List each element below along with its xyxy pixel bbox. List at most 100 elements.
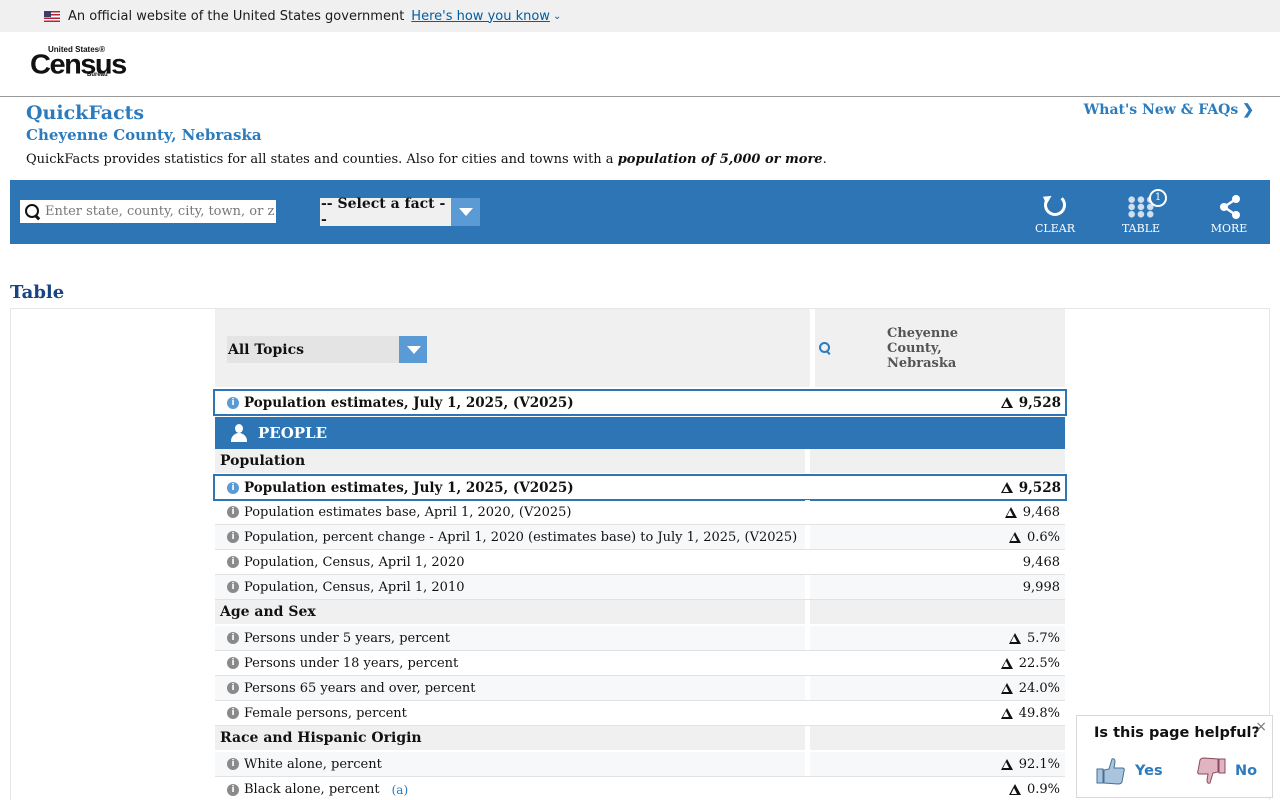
table-row[interactable]: i Female persons, percent 49.8%: [215, 701, 1065, 726]
chevron-right-icon: ❯: [1242, 102, 1254, 118]
table-row[interactable]: i Persons 65 years and over, percent 24.0…: [215, 676, 1065, 701]
feedback-no-button[interactable]: No: [1196, 756, 1257, 786]
chevron-down-icon[interactable]: ⌄: [553, 11, 561, 22]
row-label: Population estimates, July 1, 2025, (V20…: [244, 479, 574, 496]
dropdown-arrow-icon[interactable]: [399, 336, 427, 363]
clear-label: CLEAR: [1035, 222, 1075, 235]
fact-select[interactable]: -- Select a fact --: [320, 196, 480, 228]
topics-select[interactable]: All Topics: [227, 336, 427, 363]
info-icon[interactable]: i: [227, 556, 239, 568]
site-header: United States® Census Bureau: [0, 32, 1280, 97]
table-row[interactable]: i Persons under 5 years, percent 5.7%: [215, 626, 1065, 651]
more-button[interactable]: MORE: [1199, 192, 1259, 235]
table-heading: Table: [10, 282, 65, 303]
warning-icon[interactable]: [1000, 707, 1013, 719]
section-people: PEOPLE: [215, 417, 1065, 449]
description-text: QuickFacts provides statistics for all s…: [26, 152, 618, 167]
table-row[interactable]: i Persons under 18 years, percent 22.5%: [215, 651, 1065, 676]
table-row[interactable]: i Population estimates base, April 1, 202…: [215, 500, 1065, 525]
feedback-yes-label: Yes: [1135, 763, 1163, 779]
table-row-highlight[interactable]: i Population estimates, July 1, 2025, (V2…: [213, 389, 1067, 416]
table-row[interactable]: i Black alone, percent (a) 0.9%: [215, 777, 1065, 800]
info-icon[interactable]: i: [227, 506, 239, 518]
refresh-icon: [1044, 194, 1066, 216]
more-label: MORE: [1210, 222, 1248, 235]
info-icon[interactable]: i: [227, 581, 239, 593]
group-label: Population: [215, 449, 810, 473]
row-label: Persons under 5 years, percent: [244, 630, 450, 646]
toolbar: -- Select a fact -- CLEAR 1 TABLE MORE: [10, 180, 1270, 244]
table-count-badge: 1: [1149, 189, 1167, 207]
group-race: Race and Hispanic Origin: [215, 726, 1065, 750]
info-icon[interactable]: i: [227, 481, 239, 494]
row-label: Population estimates base, April 1, 2020…: [244, 504, 572, 520]
info-icon[interactable]: i: [227, 707, 239, 719]
group-population: Population: [215, 449, 1065, 473]
warning-icon[interactable]: [1000, 758, 1013, 770]
feedback-no-label: No: [1235, 763, 1258, 779]
info-icon[interactable]: i: [227, 632, 239, 644]
row-value: 92.1%: [1018, 756, 1060, 772]
info-icon[interactable]: i: [227, 682, 239, 694]
dropdown-arrow-icon[interactable]: [451, 198, 480, 226]
page-description: QuickFacts provides statistics for all s…: [26, 152, 827, 167]
row-value: 0.6%: [1026, 529, 1060, 545]
footnote-link[interactable]: (a): [392, 783, 409, 797]
location-search[interactable]: [20, 200, 276, 223]
table-row[interactable]: i Population, Census, April 1, 2010 9,998: [215, 575, 1065, 600]
row-label: Persons 65 years and over, percent: [244, 680, 476, 696]
row-value: 22.5%: [1018, 655, 1060, 671]
topics-select-value: All Topics: [228, 341, 305, 358]
info-icon[interactable]: i: [227, 783, 239, 796]
info-icon[interactable]: i: [227, 758, 239, 770]
row-label: Black alone, percent: [244, 782, 380, 797]
row-label: White alone, percent: [244, 756, 382, 772]
table-row[interactable]: i White alone, percent 92.1%: [215, 752, 1065, 777]
group-age-sex: Age and Sex: [215, 600, 1065, 624]
us-flag-icon: [44, 10, 60, 22]
warning-icon[interactable]: [1008, 531, 1021, 543]
row-label: Population, percent change - April 1, 20…: [244, 529, 798, 545]
page-subtitle: Cheyenne County, Nebraska: [26, 126, 262, 144]
search-icon: [20, 200, 44, 223]
row-label: Female persons, percent: [244, 705, 407, 721]
description-suffix: .: [822, 152, 827, 167]
warning-icon[interactable]: [1000, 482, 1013, 493]
gov-banner-text: An official website of the United States…: [68, 8, 405, 24]
warning-icon[interactable]: [1008, 784, 1021, 795]
info-icon[interactable]: i: [227, 657, 239, 669]
person-icon: [229, 423, 249, 443]
row-value: 9,468: [1022, 554, 1060, 570]
info-icon[interactable]: i: [227, 396, 239, 409]
thumbs-down-icon: [1197, 757, 1226, 784]
warning-icon[interactable]: [1000, 682, 1013, 694]
row-value: 0.9%: [1026, 782, 1060, 797]
thumbs-up-icon: [1096, 758, 1125, 785]
table-row-highlight[interactable]: i Population estimates, July 1, 2025, (V2…: [213, 474, 1067, 501]
column-search-icon[interactable]: [818, 341, 832, 355]
close-icon[interactable]: ×: [1255, 719, 1267, 735]
info-icon[interactable]: i: [227, 531, 239, 543]
row-value: 49.8%: [1018, 705, 1060, 721]
warning-icon[interactable]: [1000, 657, 1013, 669]
table-row[interactable]: i Population, Census, April 1, 2020 9,468: [215, 550, 1065, 575]
warning-icon[interactable]: [1000, 397, 1013, 408]
feedback-yes-button[interactable]: Yes: [1096, 756, 1163, 786]
row-value: 9,528: [1018, 394, 1061, 411]
column-location-name[interactable]: Cheyenne County, Nebraska: [887, 326, 1007, 371]
gov-banner: An official website of the United States…: [0, 0, 1280, 32]
logo-line3: Bureau: [87, 72, 108, 78]
clear-button[interactable]: CLEAR: [1025, 192, 1085, 235]
table-button[interactable]: 1 TABLE: [1111, 189, 1171, 235]
whats-new-link[interactable]: What's New & FAQs ❯: [1084, 102, 1254, 118]
warning-icon[interactable]: [1004, 506, 1017, 518]
row-label: Persons under 18 years, percent: [244, 655, 459, 671]
row-label: Population estimates, July 1, 2025, (V20…: [244, 394, 574, 411]
row-value: 9,998: [1022, 579, 1060, 595]
logo-line2: Census: [30, 49, 127, 81]
census-logo[interactable]: United States® Census Bureau: [30, 45, 127, 85]
search-input[interactable]: [44, 204, 274, 219]
warning-icon[interactable]: [1008, 632, 1021, 644]
table-row[interactable]: i Population, percent change - April 1, 2…: [215, 525, 1065, 550]
heres-how-you-know-link[interactable]: Here's how you know: [411, 9, 550, 24]
